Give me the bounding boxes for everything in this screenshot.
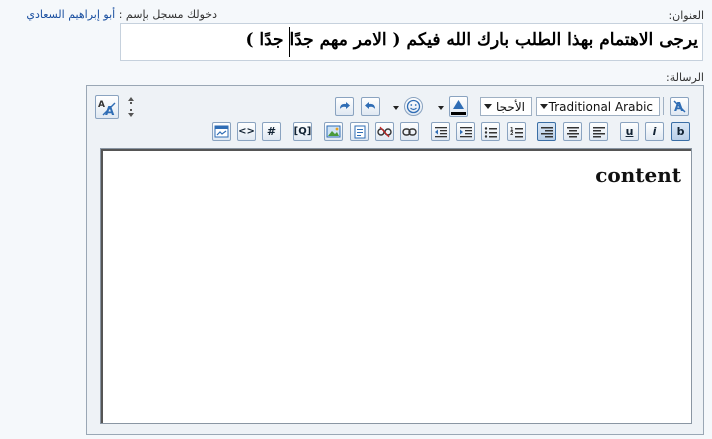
underline-icon: u	[625, 125, 634, 138]
chevron-down-icon[interactable]	[393, 106, 399, 110]
email-icon	[354, 125, 365, 138]
outdent-icon	[434, 126, 447, 137]
svg-text:2: 2	[510, 131, 514, 137]
insert-link-button[interactable]	[400, 122, 419, 141]
switch-mode-button[interactable]: A A	[95, 95, 119, 119]
remove-format-icon: A	[673, 100, 686, 114]
indent-icon	[459, 126, 472, 137]
align-left-button[interactable]	[589, 122, 608, 141]
svg-text:A: A	[98, 100, 105, 110]
undo-icon	[365, 102, 375, 109]
text-caret	[289, 27, 290, 57]
redo-icon	[340, 102, 350, 109]
title-input-value: يرجى الاهتمام بهذا الطلب بارك الله فيكم …	[245, 30, 698, 50]
align-right-button[interactable]	[537, 122, 556, 141]
bold-button[interactable]: b	[671, 122, 690, 141]
align-center-icon	[566, 126, 579, 137]
title-input[interactable]: يرجى الاهتمام بهذا الطلب بارك الله فيكم …	[120, 23, 703, 61]
message-content: content	[595, 163, 681, 187]
italic-button[interactable]: i	[645, 122, 664, 141]
html-icon	[214, 125, 229, 138]
remove-format-button[interactable]: A	[670, 97, 689, 116]
undo-button[interactable]	[361, 97, 380, 116]
align-center-button[interactable]	[563, 122, 582, 141]
insert-image-button[interactable]	[324, 122, 343, 141]
toolbar-separator	[663, 97, 664, 115]
ordered-list-button[interactable]: 1 2	[507, 122, 526, 141]
username-link[interactable]: أبو إبراهيم السعادي	[26, 8, 115, 21]
chevron-down-icon[interactable]	[438, 106, 444, 110]
message-textarea[interactable]: content	[100, 148, 692, 424]
logged-in-prefix: دخولك مسجل بإسم :	[118, 8, 217, 21]
php-icon: #	[266, 125, 277, 138]
text-color-button[interactable]	[449, 96, 468, 117]
text-color-icon	[451, 99, 466, 115]
font-size-value: الأحجا	[496, 100, 525, 114]
code-button[interactable]: <>	[237, 122, 256, 141]
ordered-list-icon: 1 2	[510, 127, 523, 137]
message-label: الرسالة:	[665, 71, 704, 84]
align-right-icon	[540, 126, 553, 137]
smiley-icon	[406, 99, 421, 114]
smiley-button[interactable]	[404, 97, 423, 116]
redo-button[interactable]	[335, 97, 354, 116]
code-icon: <>	[238, 126, 255, 137]
unordered-list-button[interactable]	[481, 122, 500, 141]
unordered-list-icon	[484, 126, 497, 138]
svg-text:A: A	[105, 104, 115, 117]
resize-editor-button[interactable]	[125, 96, 137, 118]
unlink-icon	[377, 126, 392, 137]
title-label: العنوان:	[668, 9, 704, 22]
image-icon	[326, 125, 341, 138]
quote-icon: [Q]	[293, 126, 312, 137]
html-button[interactable]	[212, 122, 231, 141]
indent-button[interactable]	[456, 122, 475, 141]
underline-button[interactable]: u	[620, 122, 639, 141]
php-button[interactable]: #	[262, 122, 281, 141]
resize-icon	[128, 97, 134, 117]
align-left-icon	[592, 126, 605, 137]
font-name-value: Traditional Arabic	[548, 100, 653, 114]
insert-email-button[interactable]	[350, 122, 369, 141]
bold-icon: b	[676, 125, 685, 138]
quote-button[interactable]: [Q]	[293, 122, 312, 141]
link-icon	[402, 127, 417, 136]
logged-in-line: دخولك مسجل بإسم : أبو إبراهيم السعادي	[26, 8, 217, 21]
font-size-select[interactable]: الأحجا	[480, 97, 532, 116]
italic-icon: i	[652, 125, 657, 138]
mode-switch-icon: A A	[98, 100, 116, 117]
font-name-select[interactable]: Traditional Arabic	[536, 97, 660, 116]
unlink-button[interactable]	[375, 122, 394, 141]
chevron-down-icon	[540, 104, 548, 109]
chevron-down-icon	[484, 104, 492, 109]
outdent-button[interactable]	[431, 122, 450, 141]
